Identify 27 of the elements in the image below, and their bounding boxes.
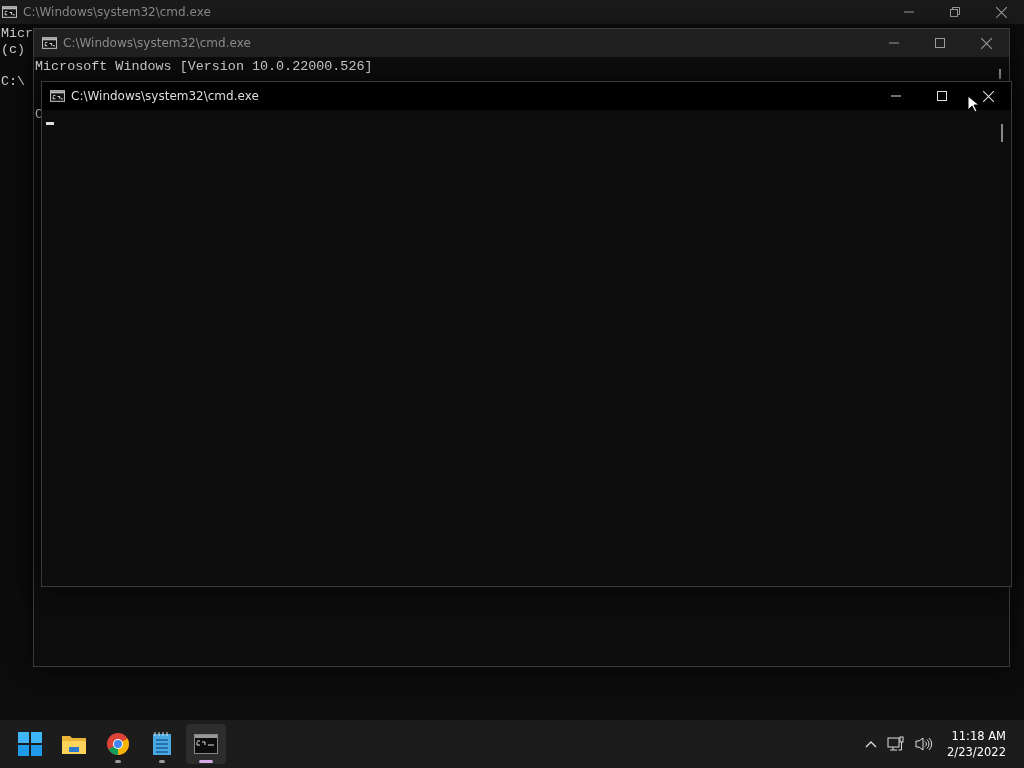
window-title: C:\Windows\system32\cmd.exe	[63, 36, 251, 50]
close-icon	[982, 90, 994, 102]
windows-logo-icon	[18, 732, 42, 756]
console-icon	[42, 37, 57, 49]
clock[interactable]: 11:18 AM 2/23/2022	[943, 728, 1006, 760]
browser-icon	[106, 732, 130, 756]
folder-icon	[61, 733, 87, 755]
network-icon[interactable]	[887, 736, 906, 752]
notepad-icon	[152, 732, 172, 756]
window-title: C:\Windows\system32\cmd.exe	[23, 5, 211, 19]
console-icon	[50, 90, 65, 102]
close-icon	[980, 37, 992, 49]
close-icon	[995, 6, 1007, 18]
chevron-up-icon[interactable]	[865, 740, 878, 748]
terminal-icon	[194, 734, 218, 754]
volume-icon[interactable]	[915, 736, 934, 752]
scrollbar-thumb[interactable]	[999, 69, 1001, 79]
restore-icon	[950, 7, 960, 17]
console-text: (c)	[1, 42, 26, 58]
console-text: Micr	[1, 26, 34, 42]
maximize-icon	[935, 38, 945, 48]
command-prompt: C:\	[1, 74, 26, 90]
console-text: Microsoft Windows [Version 10.0.22000.526]	[35, 59, 373, 75]
window-title: C:\Windows\system32\cmd.exe	[71, 89, 259, 103]
scrollbar-thumb[interactable]	[1001, 124, 1003, 142]
terminal-taskbar-button[interactable]	[186, 724, 226, 764]
maximize-icon	[937, 91, 947, 101]
